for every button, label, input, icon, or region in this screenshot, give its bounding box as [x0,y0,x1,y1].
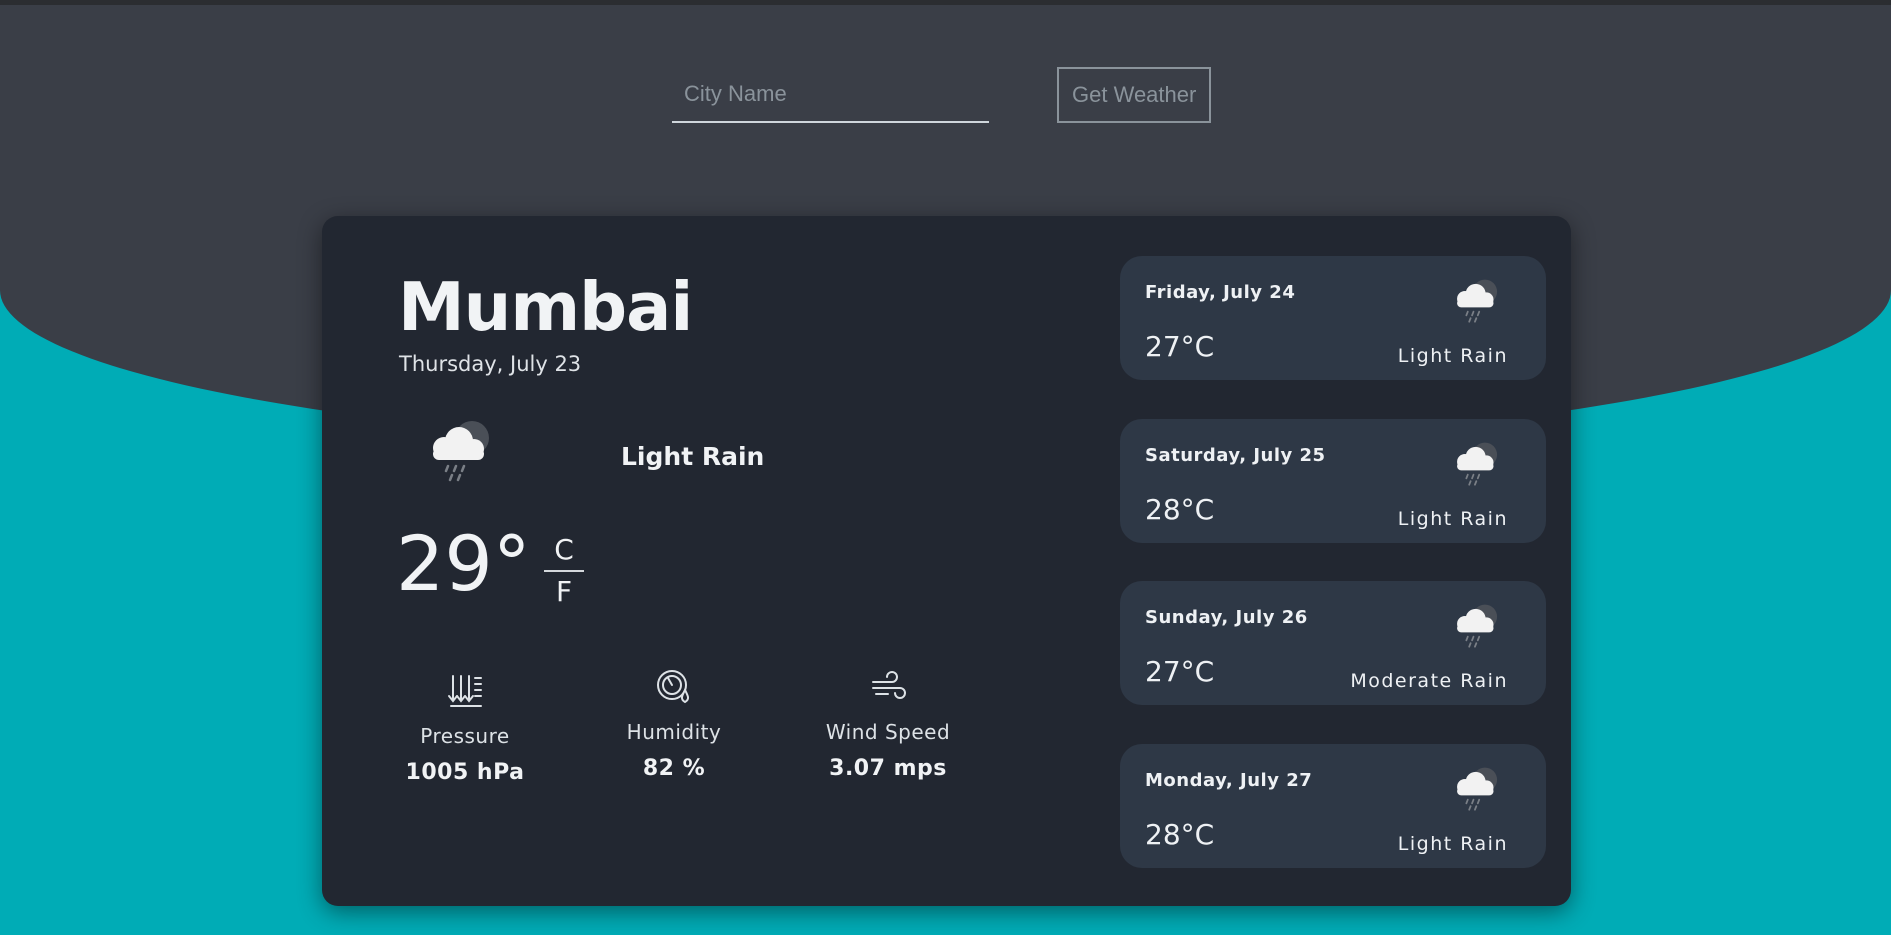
cloud-rain-moon-icon [1457,279,1498,323]
celsius-toggle[interactable]: C [544,532,584,568]
forecast-temperature: 27°C [1145,655,1215,688]
unit-divider [544,570,584,572]
forecast-temperature: 28°C [1145,493,1215,526]
humidity-value: 82 % [642,756,706,781]
pressure-icon [448,675,482,707]
humidity-icon [657,670,689,704]
forecast-card: Saturday, July 25 28°C Light Rain [1120,419,1546,543]
forecast-day: Sunday, July 26 [1145,607,1308,628]
forecast-description: Light Rain [1397,508,1508,530]
forecast-temperature: 28°C [1145,818,1215,851]
forecast-card: Friday, July 24 27°C Light Rain [1120,256,1546,380]
forecast-day: Saturday, July 25 [1145,445,1326,466]
forecast-card: Sunday, July 26 27°C Moderate Rain [1120,581,1546,705]
wind-icon [872,671,906,699]
pressure-label: Pressure [420,724,510,748]
wind-speed-stat: Wind Speed 3.07 mps [808,668,968,781]
forecast-description: Moderate Rain [1350,670,1508,692]
window-top-strip [0,0,1891,5]
cloud-rain-moon-icon [433,421,489,482]
wind-speed-label: Wind Speed [825,720,951,744]
humidity-label: Humidity [626,720,722,744]
current-temperature: 29° [396,519,531,608]
unit-toggle: C F [544,532,584,610]
forecast-day: Friday, July 24 [1145,282,1296,303]
cloud-rain-moon-icon [1457,767,1498,811]
city-title: Mumbai [398,268,693,346]
cloud-rain-moon-icon [1457,604,1498,648]
humidity-stat: Humidity 82 % [594,668,754,781]
pressure-value: 1005 hPa [405,760,525,785]
get-weather-button[interactable]: Get Weather [1057,66,1212,123]
city-name-input[interactable] [672,66,989,123]
forecast-temperature: 27°C [1145,330,1215,363]
current-date: Thursday, July 23 [399,352,582,376]
forecast-day: Monday, July 27 [1145,770,1313,791]
current-description: Light Rain [621,442,765,471]
forecast-description: Light Rain [1397,833,1508,855]
weather-card: Mumbai Thursday, July 23 Light Rain 29° … [322,216,1571,906]
search-bar: Get Weather [672,66,1212,123]
fahrenheit-toggle[interactable]: F [544,574,584,610]
forecast-description: Light Rain [1397,345,1508,367]
forecast-card: Monday, July 27 28°C Light Rain [1120,744,1546,868]
wind-speed-value: 3.07 mps [829,756,947,781]
cloud-rain-moon-icon [1457,442,1498,486]
pressure-stat: Pressure 1005 hPa [385,672,545,785]
